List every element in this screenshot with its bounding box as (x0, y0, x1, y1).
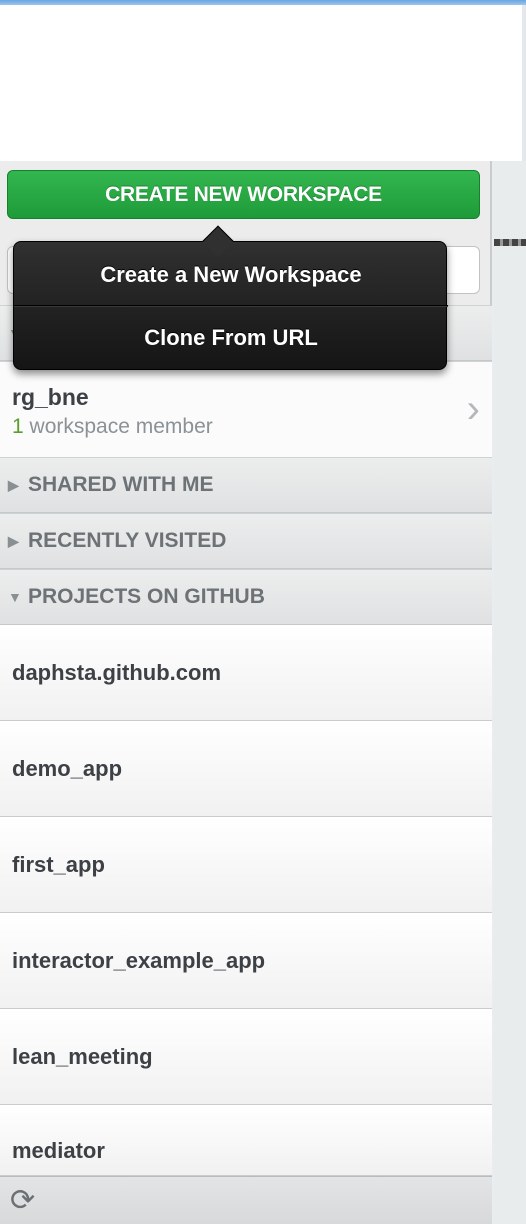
github-project-row[interactable]: mediator (0, 1105, 492, 1176)
create-workspace-popover: Create a New Workspace Clone From URL (13, 225, 448, 370)
header-blank-area (0, 5, 526, 161)
sidebar-footer: ⟳ (0, 1176, 492, 1224)
project-name: demo_app (12, 755, 123, 781)
section-projects-on-github[interactable]: ▼ PROJECTS ON GITHUB (0, 569, 492, 625)
refresh-icon[interactable]: ⟳ (10, 1183, 35, 1218)
editor-pane-edge (494, 161, 526, 1224)
project-name: first_app (12, 851, 105, 877)
section-title: SHARED WITH ME (28, 473, 214, 496)
workspace-name: rg_bne (12, 384, 89, 410)
project-name: mediator (12, 1138, 105, 1163)
triangle-right-icon: ▶ (8, 476, 19, 493)
workspace-member-info: 1 workspace member (12, 415, 213, 439)
section-recently-visited[interactable]: ▶ RECENTLY VISITED (0, 513, 492, 569)
member-count: 1 (12, 415, 24, 438)
github-project-row[interactable]: daphsta.github.com (0, 625, 492, 721)
triangle-down-icon: ▼ (8, 589, 22, 605)
section-title: PROJECTS ON GITHUB (28, 585, 265, 608)
pane-divider-dash (494, 239, 526, 246)
create-new-workspace-button[interactable]: CREATE NEW WORKSPACE (7, 170, 480, 219)
clone-from-url-option[interactable]: Clone From URL (14, 307, 448, 369)
section-shared-with-me[interactable]: ▶ SHARED WITH ME (0, 457, 492, 513)
chevron-right-icon[interactable]: › (467, 387, 480, 432)
project-name: daphsta.github.com (12, 659, 221, 685)
project-name: lean_meeting (12, 1043, 153, 1069)
header-edge-stripe (522, 5, 526, 161)
section-title: RECENTLY VISITED (28, 529, 227, 552)
triangle-right-icon: ▶ (8, 532, 19, 549)
workspace-item-rg-bne[interactable]: rg_bne 1 workspace member › (0, 361, 492, 457)
create-new-workspace-option[interactable]: Create a New Workspace (14, 244, 448, 306)
project-name: interactor_example_app (12, 947, 266, 973)
github-project-row[interactable]: lean_meeting (0, 1009, 492, 1105)
github-project-row[interactable]: demo_app (0, 721, 492, 817)
member-label: workspace member (29, 415, 213, 438)
github-project-row[interactable]: first_app (0, 817, 492, 913)
github-project-row[interactable]: interactor_example_app (0, 913, 492, 1009)
